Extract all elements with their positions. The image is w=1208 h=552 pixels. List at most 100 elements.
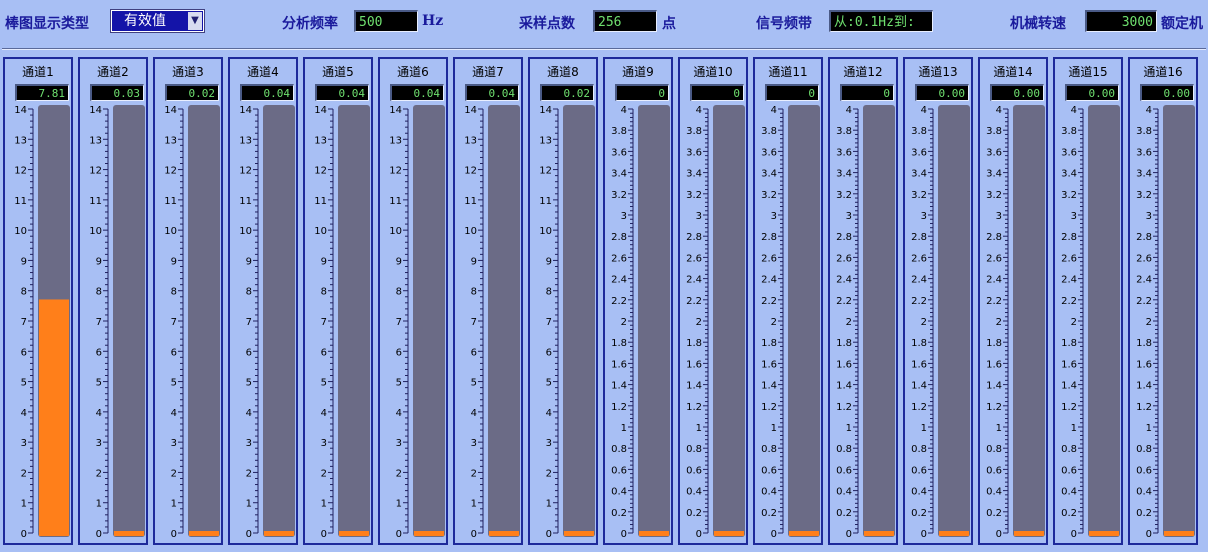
tick-label: 3.2	[611, 190, 627, 201]
tick-label: 4	[621, 105, 627, 116]
tick-label: 1.4	[911, 381, 927, 392]
tick-label: 13	[389, 135, 402, 146]
tick-label: 0.6	[1061, 465, 1077, 476]
tick-label: 0.2	[1061, 508, 1077, 519]
tick-label: 7	[246, 317, 252, 328]
bar-fill	[714, 531, 744, 536]
speed-field[interactable]: 3000	[1085, 10, 1157, 32]
tick-label: 2.6	[686, 253, 702, 264]
tick-label: 3	[996, 211, 1002, 222]
tick-label: 5	[471, 378, 477, 389]
tick-label: 12	[539, 166, 552, 177]
tick-label: 1.2	[986, 402, 1002, 413]
bar-fill	[39, 299, 69, 536]
tick-label: 0.6	[686, 465, 702, 476]
chevron-down-icon[interactable]: ▼	[188, 12, 202, 30]
bar-fill	[789, 531, 819, 536]
tick-label: 1.2	[836, 402, 852, 413]
channel-10: 通道10 0 4 3.8 3.6 3.4 3.2 3 2.8 2.6 2.4 2.2 2 1.8 1.6 1.…	[678, 57, 748, 545]
bar-track	[113, 105, 145, 537]
tick-label: 8	[246, 287, 252, 298]
tick-label: 3.8	[1061, 126, 1077, 137]
display-type-select[interactable]: 有效值 ▼	[110, 9, 205, 33]
channel-bar-gauge: 14131211109876543210	[314, 105, 370, 540]
tick-label: 6	[396, 347, 402, 358]
tick-label: 3.2	[911, 190, 927, 201]
tick-label: 2.8	[986, 232, 1002, 243]
tick-label: 2.2	[686, 296, 702, 307]
tick-label: 4	[171, 408, 177, 419]
tick-label: 2.4	[761, 275, 777, 286]
tick-label: 1.2	[1061, 402, 1077, 413]
tick-label: 9	[96, 256, 102, 267]
tick-label: 0.6	[986, 465, 1002, 476]
tick-label: 0.4	[1136, 487, 1152, 498]
tick-label: 11	[464, 196, 477, 207]
analysis-freq-label: 分析频率	[282, 16, 338, 32]
sample-points-label: 采样点数	[519, 16, 575, 32]
tick-label: 6	[171, 347, 177, 358]
tick-label: 1.8	[686, 338, 702, 349]
tick-label: 3.4	[1136, 169, 1152, 180]
sample-points-field[interactable]: 256	[593, 10, 657, 32]
channel-5: 通道5 0.04 14 13 12 11 10 9 8 7 6 5 4 3 2 1 0	[303, 57, 373, 545]
channel-12: 通道12 0 4 3.8 3.6 3.4 3.2 3 2.8 2.6 2.4 2.2 2 1.8 1.6 1.…	[828, 57, 898, 545]
tick-label: 4	[471, 408, 477, 419]
channel-4: 通道4 0.04 14 13 12 11 10 9 8 7 6 5 4 3 2 1 0	[228, 57, 298, 545]
tick-label: 2.6	[911, 253, 927, 264]
channel-bar-gauge: 14131211109876543210	[89, 105, 145, 540]
tick-label: 1	[471, 499, 477, 510]
tick-label: 2.2	[911, 296, 927, 307]
tick-label: 1.6	[911, 359, 927, 370]
bar-fill	[489, 531, 519, 536]
analysis-freq-field[interactable]: 500	[354, 10, 418, 32]
bar-track	[1163, 105, 1195, 537]
tick-label: 9	[471, 256, 477, 267]
tick-label: 4	[96, 408, 102, 419]
tick-label: 0.6	[761, 465, 777, 476]
tick-label: 1.4	[761, 381, 777, 392]
tick-label: 8	[321, 287, 327, 298]
tick-label: 1	[696, 423, 702, 434]
tick-label: 0.6	[836, 465, 852, 476]
tick-label: 1.2	[1136, 402, 1152, 413]
tick-label: 8	[96, 287, 102, 298]
tick-label: 2.8	[1136, 232, 1152, 243]
channel-bar-gauge: 14131211109876543210	[164, 105, 220, 540]
tick-label: 3.2	[1136, 190, 1152, 201]
tick-label: 2	[321, 468, 327, 479]
tick-label: 2	[621, 317, 627, 328]
bar-fill	[1014, 531, 1044, 536]
analysis-freq-unit: Hz	[422, 13, 444, 29]
bar-fill	[414, 531, 444, 536]
tick-label: 3.6	[686, 147, 702, 158]
tick-label: 12	[464, 166, 477, 177]
signal-band-field[interactable]: 从:0.1Hz到:	[829, 10, 933, 32]
tick-label: 11	[314, 196, 327, 207]
tick-label: 4	[246, 408, 252, 419]
tick-label: 1	[321, 499, 327, 510]
tick-label: 10	[464, 226, 477, 237]
tick-label: 1.2	[611, 402, 627, 413]
tick-label: 8	[396, 287, 402, 298]
bar-track	[488, 105, 520, 537]
tick-label: 2.6	[836, 253, 852, 264]
tick-label: 14	[239, 105, 252, 116]
tick-label: 1	[996, 423, 1002, 434]
tick-label: 10	[314, 226, 327, 237]
tick-label: 4	[396, 408, 402, 419]
tick-label: 1.6	[761, 359, 777, 370]
tick-label: 0	[321, 529, 327, 540]
tick-label: 3	[771, 211, 777, 222]
tick-label: 2.6	[986, 253, 1002, 264]
tick-label: 3.6	[1136, 147, 1152, 158]
tick-label: 11	[89, 196, 102, 207]
tick-label: 3	[1071, 211, 1077, 222]
tick-label: 3.4	[686, 169, 702, 180]
tick-label: 0	[771, 529, 777, 540]
tick-label: 0	[846, 529, 852, 540]
tick-label: 1.8	[611, 338, 627, 349]
tick-label: 2	[396, 468, 402, 479]
tick-label: 2.6	[1061, 253, 1077, 264]
tick-label: 1.6	[1061, 359, 1077, 370]
